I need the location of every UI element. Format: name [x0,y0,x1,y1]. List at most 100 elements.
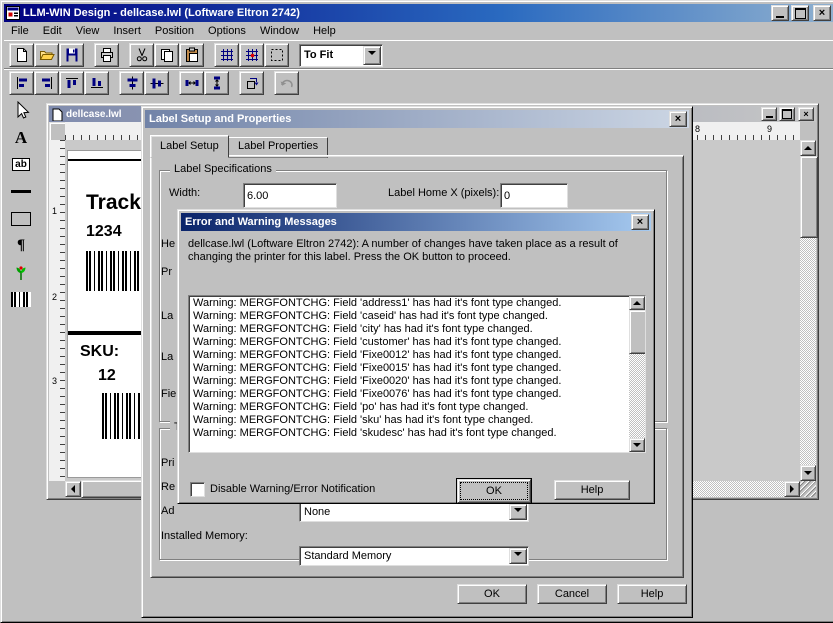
resize-grip[interactable] [800,481,816,497]
listbox-scrollbar[interactable] [629,296,645,452]
dropdown-button[interactable] [509,504,527,520]
titlebar[interactable]: LLM-WIN Design - dellcase.lwl (Loftware … [4,4,833,22]
minimize-button[interactable] [771,5,789,21]
warning-list-item[interactable]: Warning: MERGFONTCHG: Field 'city' has h… [191,323,627,336]
setup-help-button[interactable]: Help [617,584,687,604]
space-down-icon[interactable] [204,71,229,95]
warning-list-item[interactable]: Warning: MERGFONTCHG: Field 'address1' h… [191,297,627,310]
warning-list-item[interactable]: Warning: MERGFONTCHG: Field 'skudesc' ha… [191,427,627,440]
error-help-button[interactable]: Help [554,480,630,500]
grid-dots-icon[interactable] [264,43,289,67]
close-button[interactable]: × [813,5,831,21]
scroll-down-button[interactable] [629,438,645,452]
chevron-down-icon [514,552,522,560]
cut-icon[interactable] [129,43,154,67]
center-vertical-icon[interactable] [144,71,169,95]
graphic-tool[interactable] [4,259,38,286]
label-text-object[interactable]: 1234 [86,223,122,241]
additional-memory-combobox[interactable]: None [299,502,529,522]
warning-listbox[interactable]: Warning: MERGFONTCHG: Field 'address1' h… [188,295,646,453]
rotate-icon[interactable] [239,71,264,95]
label-text-object[interactable]: 12 [98,367,116,385]
align-right-icon[interactable] [34,71,59,95]
menu-view[interactable]: View [69,23,107,39]
v-scrollbar-track[interactable] [800,238,816,465]
menu-file[interactable]: File [4,23,36,39]
maximize-button[interactable] [791,5,809,21]
listbox-scrollbar-thumb[interactable] [629,310,646,354]
open-icon[interactable] [34,43,59,67]
align-bottom-icon[interactable] [84,71,109,95]
home-x-input[interactable]: 0 [500,183,568,208]
label-text-object[interactable]: SKU: [80,343,119,361]
v-scrollbar-thumb[interactable] [800,156,818,238]
doc-maximize-button[interactable] [779,107,795,121]
menu-help[interactable]: Help [306,23,343,39]
setup-ok-button[interactable]: OK [457,584,527,604]
rectangle-tool[interactable] [4,205,38,232]
setup-close-button[interactable]: × [669,111,687,127]
print-icon[interactable] [94,43,119,67]
text-tool[interactable]: A [4,124,38,151]
new-icon[interactable] [9,43,34,67]
scroll-up-button[interactable] [629,296,645,310]
label-text-object[interactable]: Track [86,191,141,215]
close-icon: × [803,110,808,119]
zoom-combobox[interactable]: To Fit [299,44,383,67]
window-title: LLM-WIN Design - dellcase.lwl (Loftware … [23,7,769,19]
doc-minimize-button[interactable] [761,107,777,121]
installed-memory-combobox[interactable]: Standard Memory [299,546,529,566]
warning-list-item[interactable]: Warning: MERGFONTCHG: Field 'Fixe0076' h… [191,388,627,401]
space-across-icon[interactable] [179,71,204,95]
undo-icon[interactable] [274,71,299,95]
zoom-dropdown-button[interactable] [363,46,381,65]
pointer-tool[interactable] [4,97,38,124]
tab-label-setup[interactable]: Label Setup [150,135,229,158]
warning-list-item[interactable]: Warning: MERGFONTCHG: Field 'po' has had… [191,401,627,414]
snap-grid-icon[interactable] [239,43,264,67]
setup-dialog-titlebar[interactable]: Label Setup and Properties × [145,110,689,128]
doc-close-button[interactable]: × [798,107,814,121]
error-close-button[interactable]: × [631,214,649,230]
menu-options[interactable]: Options [201,23,253,39]
center-horizontal-icon[interactable] [119,71,144,95]
warning-list-item[interactable]: Warning: MERGFONTCHG: Field 'Fixe0012' h… [191,349,627,362]
grid-icon[interactable] [214,43,239,67]
scroll-right-button[interactable] [784,481,800,497]
disable-warning-checkbox[interactable] [190,482,205,497]
menu-window[interactable]: Window [253,23,306,39]
clipped-label: Fie [161,388,176,400]
scroll-left-button[interactable] [65,481,81,497]
listbox-scrollbar-track[interactable] [629,354,645,438]
width-input[interactable]: 6.00 [243,183,337,208]
clipped-label: Ad [161,505,174,517]
warning-list-item[interactable]: Warning: MERGFONTCHG: Field 'caseid' has… [191,310,627,323]
paragraph-tool[interactable]: ¶ [4,232,38,259]
menu-position[interactable]: Position [148,23,201,39]
warning-list-item[interactable]: Warning: MERGFONTCHG: Field 'sku' has ha… [191,414,627,427]
align-left-icon[interactable] [9,71,34,95]
line-tool[interactable] [4,178,38,205]
close-icon: × [819,8,825,19]
copy-icon[interactable] [154,43,179,67]
scroll-down-button[interactable] [800,465,816,481]
ruler-number: 9 [767,124,772,134]
dropdown-button[interactable] [509,548,527,564]
warning-list-item[interactable]: Warning: MERGFONTCHG: Field 'Fixe0020' h… [191,375,627,388]
setup-cancel-button[interactable]: Cancel [537,584,607,604]
application-window: LLM-WIN Design - dellcase.lwl (Loftware … [0,0,833,623]
barcode-tool[interactable] [4,286,38,313]
error-dialog-titlebar[interactable]: Error and Warning Messages × [181,213,651,231]
paste-icon[interactable] [179,43,204,67]
save-icon[interactable] [59,43,84,67]
home-x-label: Label Home X (pixels): [388,187,499,199]
vertical-scrollbar[interactable] [800,140,816,481]
scroll-up-button[interactable] [800,140,816,156]
align-top-icon[interactable] [59,71,84,95]
error-ok-button[interactable]: OK [457,479,531,503]
warning-list-item[interactable]: Warning: MERGFONTCHG: Field 'Fixe0015' h… [191,362,627,375]
text-box-tool[interactable]: ab [4,151,38,178]
warning-list-item[interactable]: Warning: MERGFONTCHG: Field 'customer' h… [191,336,627,349]
menu-insert[interactable]: Insert [106,23,148,39]
menu-edit[interactable]: Edit [36,23,69,39]
